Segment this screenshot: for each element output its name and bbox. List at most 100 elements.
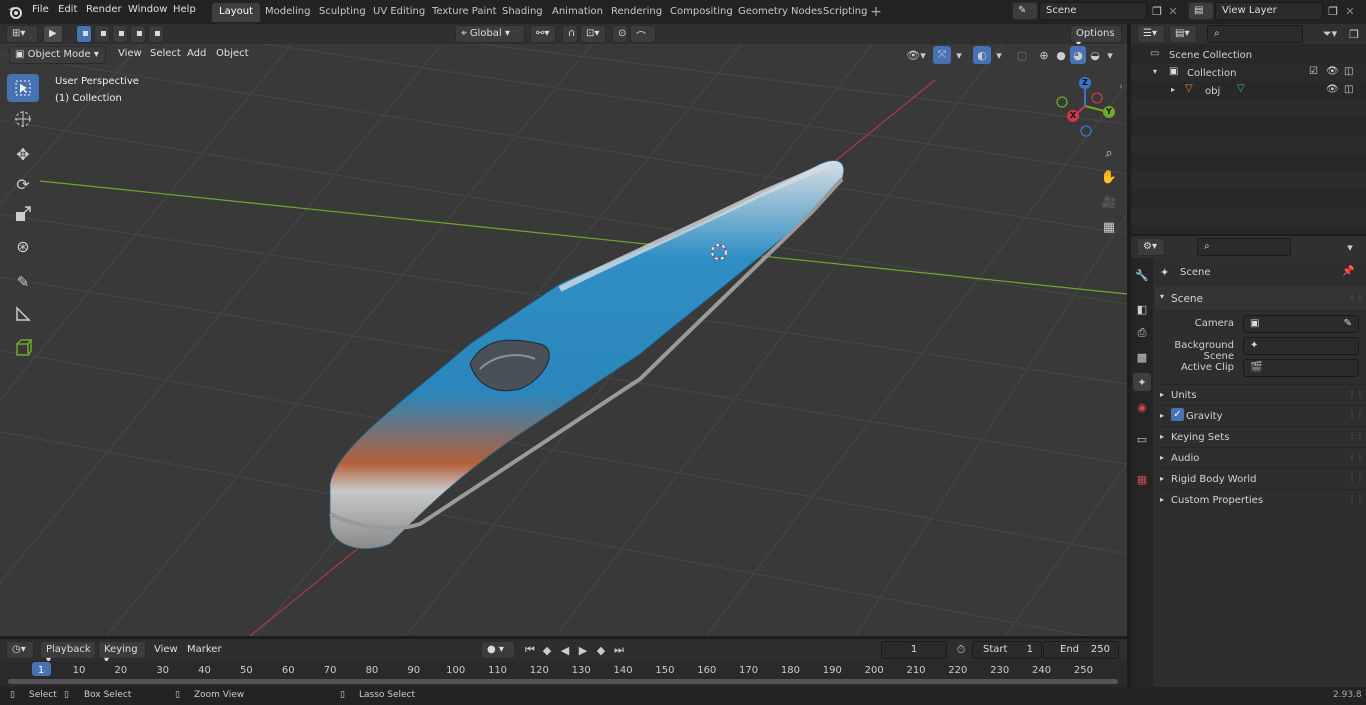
snap-toggle-button[interactable]: ∩ xyxy=(562,25,578,43)
scene-tab-icon[interactable]: ✦ xyxy=(1133,373,1151,391)
menu-window[interactable]: Window xyxy=(128,4,167,15)
background-scene-field[interactable]: ✦ xyxy=(1243,337,1359,355)
tab-rendering[interactable]: Rendering xyxy=(604,3,669,22)
view-layer-remove-icon[interactable]: ✕ xyxy=(1343,2,1357,20)
3d-viewport[interactable]: ▣ Object Mode ▾ View Select Add Object 👁… xyxy=(0,44,1127,636)
tab-shading[interactable]: Shading xyxy=(495,3,550,22)
gizmo-toggle-icon[interactable]: ⤧ xyxy=(933,46,951,64)
play-reverse-icon[interactable]: ◀ xyxy=(557,642,573,658)
keying-sets-panel-header[interactable]: ▸ Keying Sets ⋮⋮ xyxy=(1155,426,1366,447)
drag-handle-icon[interactable]: ⋮⋮ xyxy=(1348,431,1364,440)
viewport-menu-select[interactable]: Select xyxy=(150,48,181,59)
expand-arrow-icon[interactable]: ▸ xyxy=(1171,85,1175,94)
falloff-button[interactable]: ⌒ xyxy=(630,25,656,43)
chevron-down-icon[interactable]: ▾ xyxy=(1341,238,1359,256)
rigid-body-world-panel-header[interactable]: ▸ Rigid Body World ⋮⋮ xyxy=(1155,468,1366,489)
end-frame-field[interactable]: End 250 xyxy=(1043,641,1119,659)
menu-help[interactable]: Help xyxy=(173,4,196,15)
select-mode-invert-button[interactable]: ▪ xyxy=(130,25,146,43)
outliner-search-input[interactable]: ⌕ xyxy=(1207,25,1303,43)
measure-tool-icon[interactable] xyxy=(7,300,39,328)
drag-handle-icon[interactable]: ⋮⋮ xyxy=(1348,389,1364,398)
properties-editor-type-button[interactable]: ⚙▾ xyxy=(1137,238,1165,256)
next-keyframe-icon[interactable]: ◆ xyxy=(593,642,609,658)
timeline-editor-type-button[interactable]: ◷▾ xyxy=(6,641,34,659)
camera-field[interactable]: ▣ ✎ xyxy=(1243,315,1359,333)
transform-tool-icon[interactable]: ⊛ xyxy=(7,232,39,260)
camera-render-icon[interactable]: ◫ xyxy=(1344,84,1353,95)
select-tool-button[interactable]: ▶ xyxy=(43,25,63,43)
shading-wireframe-icon[interactable]: ⊕ xyxy=(1036,46,1052,64)
start-frame-field[interactable]: Start 1 xyxy=(972,641,1042,659)
viewport-menu-view[interactable]: View xyxy=(118,48,142,59)
render-tab-icon[interactable]: ◧ xyxy=(1133,300,1151,318)
jump-end-icon[interactable]: ⏭ xyxy=(611,642,627,658)
drag-handle-icon[interactable]: ⋮⋮ xyxy=(1348,452,1364,461)
xray-toggle-icon[interactable]: ▢ xyxy=(1014,46,1030,64)
timeline-scrollbar[interactable] xyxy=(8,679,1118,684)
drag-handle-icon[interactable]: ⋮⋮ xyxy=(1348,292,1364,301)
select-mode-new-button[interactable]: ▪ xyxy=(76,25,92,43)
view-layer-selector-button[interactable]: ▤ xyxy=(1188,2,1214,20)
snap-target-button[interactable]: ⊡▾ xyxy=(580,25,606,43)
menu-file[interactable]: File xyxy=(32,4,49,15)
options-dropdown[interactable]: Options ▾ xyxy=(1070,25,1122,50)
tab-uv-editing[interactable]: UV Editing xyxy=(366,3,432,22)
tab-sculpting[interactable]: Sculpting xyxy=(312,3,373,22)
scene-name-field[interactable]: Scene xyxy=(1039,2,1147,20)
gravity-panel-header[interactable]: ▸ ✓ Gravity ⋮⋮ xyxy=(1155,405,1366,426)
collection-tab-icon[interactable]: ▭ xyxy=(1133,430,1151,448)
tab-geometry-nodes[interactable]: Geometry Nodes xyxy=(731,3,829,22)
gravity-checkbox[interactable]: ✓ xyxy=(1171,408,1184,421)
outliner-row[interactable]: ▸ ▽ obj ▽ 👁 ◫ xyxy=(1131,82,1366,100)
add-cube-tool-icon[interactable] xyxy=(7,334,39,362)
tab-modeling[interactable]: Modeling xyxy=(258,3,318,22)
proportional-edit-button[interactable]: ⊙ xyxy=(612,25,628,43)
overlays-toggle-icon[interactable]: ◐ xyxy=(973,46,991,64)
select-mode-subtract-button[interactable]: ▪ xyxy=(112,25,128,43)
pin-icon[interactable]: 📌 xyxy=(1342,266,1354,277)
new-collection-icon[interactable]: ❐ xyxy=(1345,25,1363,43)
pivot-point-button[interactable]: ⚯▾ xyxy=(530,25,556,43)
timeline[interactable]: ◷▾ Playback ▾ Keying ▾ View Marker ● ▾ ⏮… xyxy=(0,639,1127,687)
drag-handle-icon[interactable]: ⋮⋮ xyxy=(1348,494,1364,503)
play-icon[interactable]: ▶ xyxy=(575,642,591,658)
zoom-view-icon[interactable]: ⌕ xyxy=(1098,142,1120,164)
preview-range-icon[interactable]: ⏱ xyxy=(953,641,969,659)
eye-icon[interactable]: 👁 xyxy=(1326,66,1339,77)
viewport-menu-object[interactable]: Object xyxy=(216,48,249,59)
scale-tool-icon[interactable] xyxy=(7,200,39,228)
outliner-row[interactable]: ▭ Scene Collection xyxy=(1131,46,1366,64)
object-mode-dropdown[interactable]: ▣ Object Mode ▾ xyxy=(9,46,106,64)
exclude-checkbox-icon[interactable]: ☑ xyxy=(1309,66,1318,77)
timeline-menu-view[interactable]: View xyxy=(154,644,178,655)
sidebar-toggle-icon[interactable]: ‹ xyxy=(1116,80,1126,94)
camera-render-icon[interactable]: ◫ xyxy=(1344,66,1353,77)
playback-dropdown[interactable]: Playback ▾ xyxy=(40,641,96,666)
tab-texture-paint[interactable]: Texture Paint xyxy=(425,3,504,22)
viewport-menu-add[interactable]: Add xyxy=(187,48,206,59)
eye-icon[interactable]: 👁 xyxy=(1326,84,1339,95)
keying-dropdown[interactable]: Keying ▾ xyxy=(98,641,146,666)
units-panel-header[interactable]: ▸ Units ⋮⋮ xyxy=(1155,384,1366,405)
chevron-down-icon[interactable]: ▾ xyxy=(953,46,965,64)
add-workspace-icon[interactable]: + xyxy=(868,4,884,20)
tab-layout[interactable]: Layout xyxy=(212,3,260,22)
tool-tab-icon[interactable]: 🔧 xyxy=(1133,266,1151,284)
eyedropper-icon[interactable]: ✎ xyxy=(1344,318,1352,329)
audio-panel-header[interactable]: ▸ Audio ⋮⋮ xyxy=(1155,447,1366,468)
select-mode-extend-button[interactable]: ▪ xyxy=(94,25,110,43)
camera-view-icon[interactable]: 🎥 xyxy=(1098,191,1120,213)
menu-edit[interactable]: Edit xyxy=(58,4,77,15)
cursor-tool-icon[interactable] xyxy=(7,105,39,133)
blender-logo-icon[interactable] xyxy=(6,3,24,21)
ortho-grid-icon[interactable]: ▦ xyxy=(1098,216,1120,238)
texture-tab-icon[interactable]: ▦ xyxy=(1133,470,1151,488)
view-layer-copy-icon[interactable]: ❐ xyxy=(1324,2,1342,20)
shading-solid-icon[interactable]: ● xyxy=(1053,46,1069,64)
view-layer-tab-icon[interactable]: ▩ xyxy=(1133,348,1151,366)
mesh-data-icon[interactable]: ▽ xyxy=(1237,83,1245,94)
scene-panel-header[interactable]: ▾ Scene ⋮⋮ xyxy=(1155,286,1366,310)
scene-selector-button[interactable]: ✎ xyxy=(1012,2,1038,20)
annotate-tool-icon[interactable]: ✎ xyxy=(7,268,39,296)
